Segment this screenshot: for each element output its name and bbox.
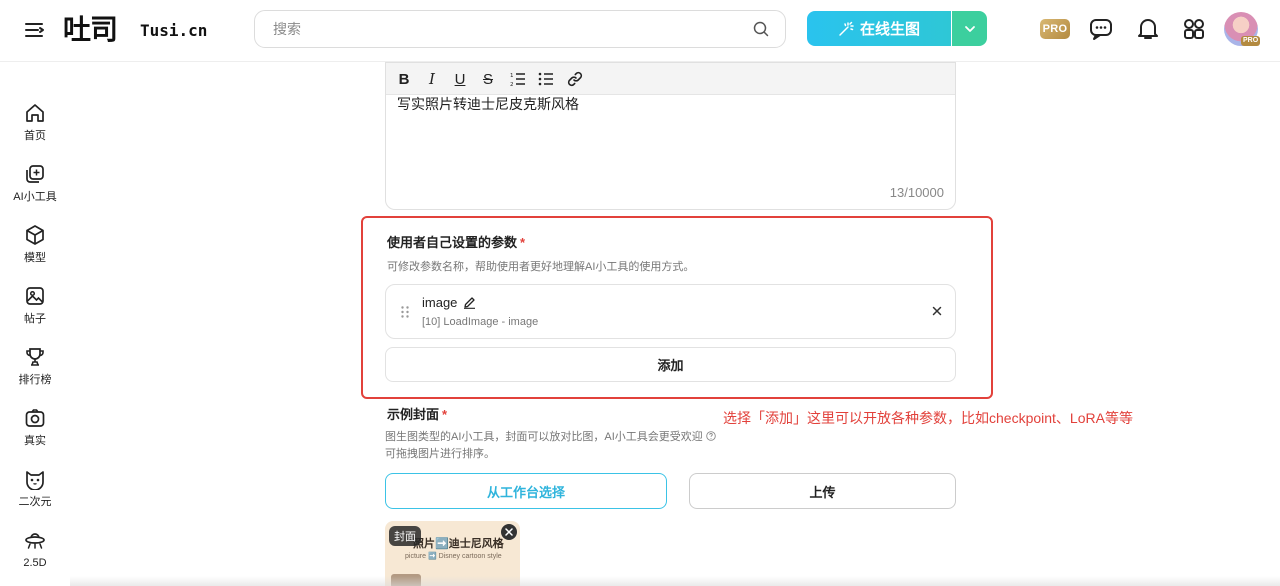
thumb-remove-button[interactable] [501, 524, 517, 540]
close-icon [505, 528, 513, 536]
link-icon [567, 71, 583, 87]
link-button[interactable] [566, 70, 584, 88]
chevron-down-icon [964, 25, 975, 32]
param-source: [10] LoadImage - image [422, 316, 539, 328]
sidebar-item-label: 排行榜 [18, 374, 52, 386]
close-icon[interactable] [931, 305, 943, 317]
apps-grid-icon[interactable] [1181, 16, 1207, 42]
param-item: image [10] LoadImage - image [385, 284, 956, 339]
bullet-list-icon [538, 72, 553, 86]
home-icon [26, 104, 44, 122]
bottom-shade [70, 576, 1280, 586]
logo-main-text: 吐司 [63, 13, 118, 46]
svg-text:1: 1 [510, 73, 514, 79]
cover-badge: 封面 [389, 526, 421, 546]
help-icon[interactable] [706, 431, 716, 441]
sidebar-item-label: 首页 [24, 130, 46, 142]
editor-content[interactable]: 写实照片转迪士尼皮克斯风格 [397, 95, 579, 113]
generate-online-button[interactable]: 在线生图 [807, 11, 951, 46]
menu-icon[interactable] [24, 20, 46, 40]
search-bar [254, 10, 786, 48]
sidebar-item-ai-tools[interactable]: AI小工具 [0, 163, 70, 217]
sidebar: 首页 AI小工具 模型 帖子 排行榜 真实 二次元 2.5D [0, 62, 70, 586]
sidebar-item-label: AI小工具 [13, 191, 57, 203]
logo-sub-text: Tusi.cn [140, 21, 208, 40]
edit-pencil-icon[interactable] [463, 296, 476, 309]
sidebar-item-label: 模型 [24, 252, 46, 264]
generate-online-label: 在线生图 [859, 21, 920, 38]
cover-desc-line1: 图生图类型的AI小工具，封面可以放对比图，AI小工具会更受欢迎 [385, 431, 703, 443]
required-mark: * [520, 235, 526, 250]
ordered-list-icon: 12 [510, 73, 525, 87]
params-section-title: 使用者自己设置的参数 * [387, 232, 525, 251]
sidebar-item-label: 帖子 [24, 313, 46, 325]
search-input[interactable] [273, 11, 743, 47]
svg-text:2: 2 [510, 82, 514, 87]
pro-badge[interactable]: PRO [1040, 19, 1070, 39]
select-from-workspace-button[interactable]: 从工作台选择 [385, 473, 667, 509]
thumb-title: 照片➡️迪士尼风格 [413, 538, 504, 550]
sidebar-item-realistic[interactable]: 真实 [0, 407, 70, 461]
magic-wand-icon [839, 21, 854, 36]
upload-button[interactable]: 上传 [689, 473, 956, 509]
strikethrough-button[interactable]: S [479, 70, 497, 88]
editor-toolbar: B I U S 12 [386, 62, 955, 95]
sidebar-item-anime[interactable]: 二次元 [0, 468, 70, 522]
image-post-icon [26, 287, 44, 305]
sidebar-item-label: 二次元 [18, 496, 52, 508]
params-title-text: 使用者自己设置的参数 [387, 235, 518, 250]
ai-tools-icon [26, 165, 44, 183]
sidebar-item-label: 真实 [24, 435, 46, 447]
param-name: image [422, 295, 458, 310]
annotation-text: 选择「添加」这里可以开放各种参数，比如checkpoint、LoRA等等 [723, 410, 1133, 426]
required-mark: * [442, 407, 448, 422]
drag-handle-icon[interactable] [400, 305, 410, 319]
avatar-pro-badge: PRO [1241, 36, 1261, 46]
trophy-icon [26, 348, 44, 366]
sidebar-item-posts[interactable]: 帖子 [0, 285, 70, 339]
bold-button[interactable]: B [395, 70, 413, 88]
thumb-subtitle: picture ➡️ Disney cartoon style [405, 553, 502, 560]
sidebar-item-leaderboard[interactable]: 排行榜 [0, 346, 70, 400]
sidebar-item-label: 2.5D [23, 557, 47, 569]
search-icon[interactable] [753, 21, 769, 37]
cover-desc-line2: 可拖拽图片进行排序。 [385, 448, 495, 460]
underline-button[interactable]: U [451, 70, 469, 88]
sidebar-item-home[interactable]: 首页 [0, 102, 70, 156]
description-editor: B I U S 12 写实照片转迪士尼皮克斯风格 13/10000 [385, 62, 956, 210]
model-cube-icon [26, 225, 44, 245]
ordered-list-button[interactable]: 12 [509, 70, 527, 88]
add-param-button[interactable]: 添加 [385, 347, 956, 382]
ufo-icon [25, 533, 45, 549]
logo[interactable]: 吐司 Tusi.cn [63, 13, 208, 47]
cover-title-text: 示例封面 [387, 407, 440, 422]
camera-icon [25, 409, 45, 427]
sidebar-item-2-5d[interactable]: 2.5D [0, 529, 70, 583]
bullet-list-button[interactable] [537, 70, 555, 88]
params-description: 可修改参数名称，帮助使用者更好地理解AI小工具的使用方式。 [387, 261, 695, 273]
cat-face-icon [26, 471, 44, 490]
generate-dropdown-button[interactable] [952, 11, 987, 46]
top-bar: 吐司 Tusi.cn 在线生图 PRO PRO [0, 0, 1280, 62]
bell-icon[interactable] [1135, 16, 1161, 42]
italic-button[interactable]: I [423, 70, 441, 88]
chat-icon[interactable] [1088, 16, 1114, 42]
char-count: 13/10000 [889, 185, 944, 200]
cover-description: 图生图类型的AI小工具，封面可以放对比图，AI小工具会更受欢迎 可拖拽图片进行排… [385, 429, 716, 463]
cover-section-title: 示例封面 * [387, 404, 447, 423]
sidebar-item-models[interactable]: 模型 [0, 224, 70, 278]
